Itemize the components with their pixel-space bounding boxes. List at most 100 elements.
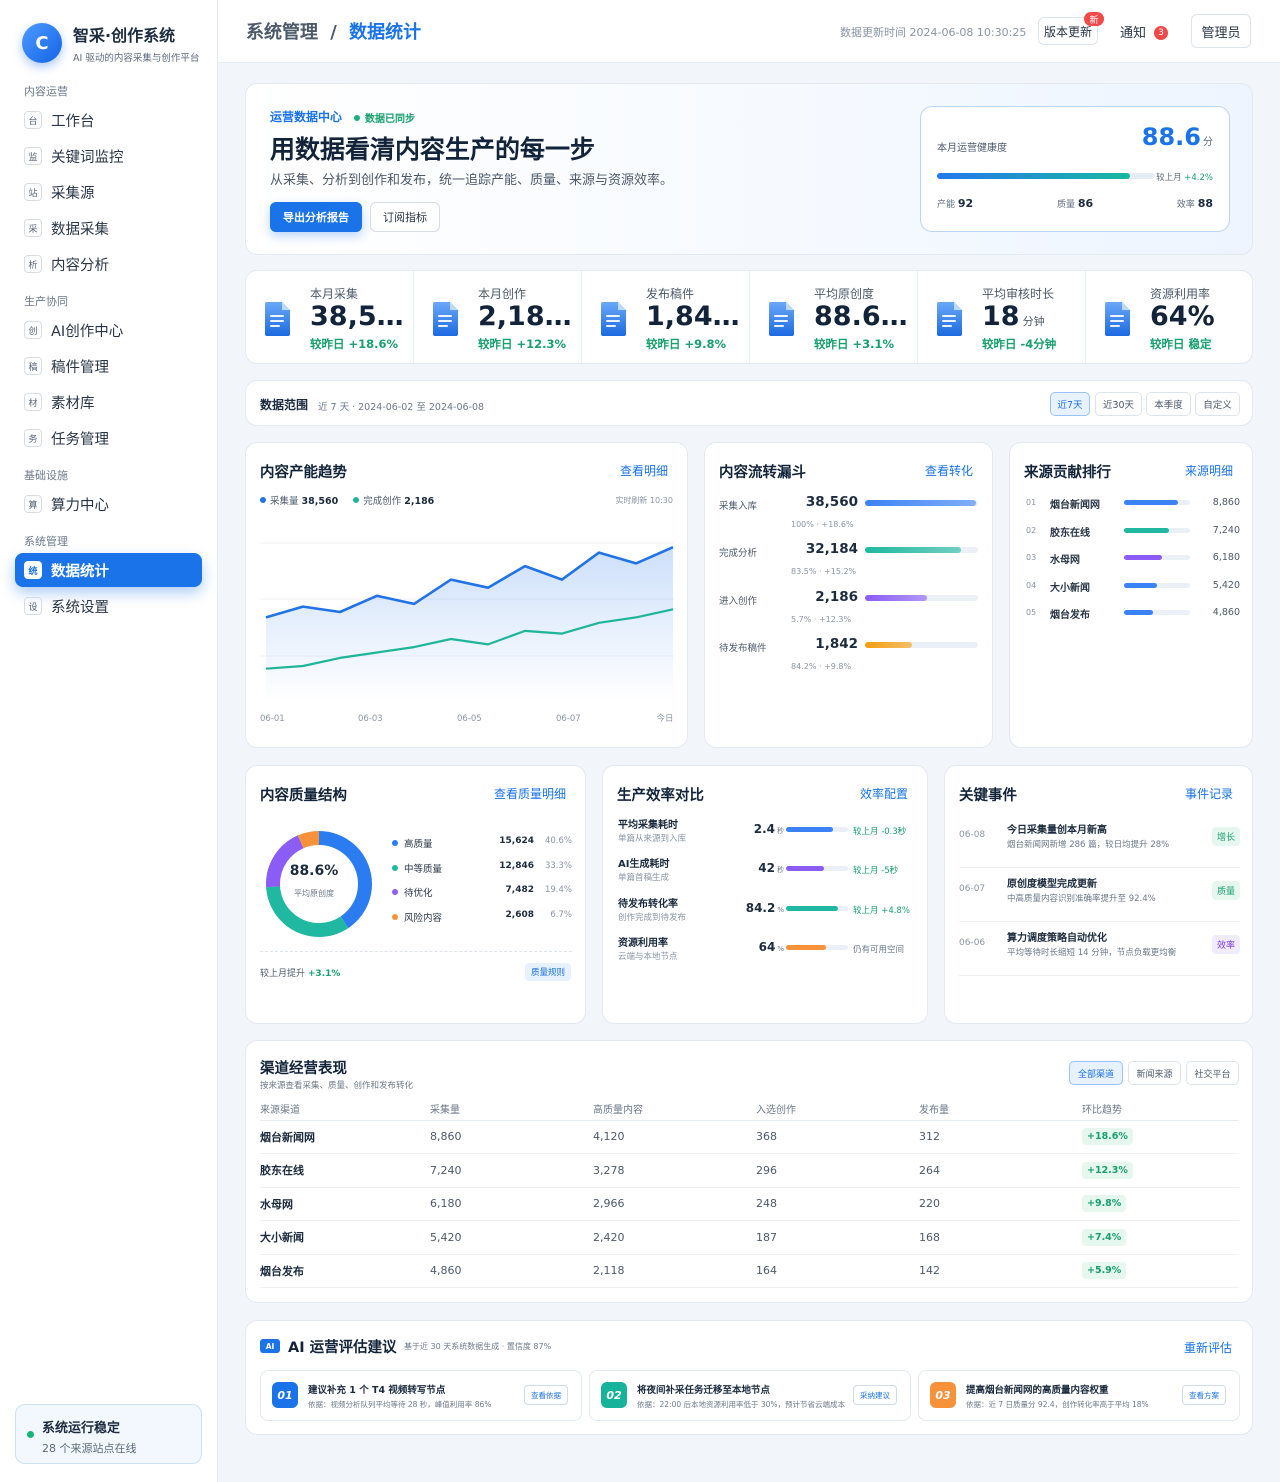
subscribe-metrics-button[interactable]: 订阅指标 bbox=[370, 202, 440, 232]
source-rank: 01 bbox=[1026, 498, 1037, 507]
source-row[interactable]: 01 烟台新闻网 8,860 bbox=[1026, 497, 1240, 512]
quality-detail-link[interactable]: 查看质量明细 bbox=[494, 785, 566, 802]
document-icon bbox=[265, 302, 290, 336]
filter-news-sources[interactable]: 新闻来源 bbox=[1128, 1061, 1181, 1085]
document-icon bbox=[1105, 302, 1130, 336]
event-item[interactable]: 06-08 今日采集量创本月新高 烟台新闻网新增 286 篇，较日均提升 28% 增长 bbox=[959, 814, 1240, 868]
funnel-stage-bar bbox=[865, 642, 978, 648]
table-row[interactable]: 大小新闻 5,420 2,420 187 168 +7.4% bbox=[260, 1220, 1239, 1255]
brand[interactable]: C 智采·创作系统 AI 驱动的内容采集与创作平台 bbox=[22, 22, 199, 64]
legend-dot-icon bbox=[392, 889, 398, 895]
suggestion-number: 02 bbox=[601, 1382, 627, 1408]
suggestion-sub: 依据：22:00 后本地资源利用率低于 30%，预计节省云端成本 bbox=[637, 1400, 846, 1409]
filter-social-platforms[interactable]: 社交平台 bbox=[1186, 1061, 1239, 1085]
suggestion-action-button[interactable]: 查看依据 bbox=[524, 1385, 568, 1405]
view-conversion-link[interactable]: 查看转化 bbox=[925, 462, 973, 479]
funnel-stage-sub: 100% · +18.6% bbox=[791, 520, 854, 529]
source-bar bbox=[1124, 500, 1190, 505]
sidebar-item-9[interactable]: 算算力中心 bbox=[15, 487, 202, 521]
source-detail-link[interactable]: 来源明细 bbox=[1185, 462, 1233, 479]
x-tick-label: 06-01 bbox=[260, 714, 285, 724]
efficiency-value: 64% bbox=[736, 940, 784, 954]
source-row[interactable]: 03 水母网 6,180 bbox=[1026, 552, 1240, 567]
health-compare: 较上月 +4.2% bbox=[1156, 173, 1213, 183]
card-subtitle: 基于近 30 天系统数据生成 · 置信度 87% bbox=[404, 1342, 552, 1351]
source-row[interactable]: 05 烟台发布 4,860 bbox=[1026, 607, 1240, 622]
range-option-30d[interactable]: 近30天 bbox=[1095, 392, 1142, 416]
sidebar-item-1[interactable]: 监关键词监控 bbox=[15, 139, 202, 173]
table-cell: 2,118 bbox=[593, 1254, 756, 1288]
sidebar-item-label: 关键词监控 bbox=[51, 149, 124, 166]
admin-user-button[interactable]: 管理员 bbox=[1191, 14, 1251, 48]
sidebar-item-7[interactable]: 材素材库 bbox=[15, 385, 202, 419]
table-cell: 142 bbox=[919, 1254, 1082, 1288]
efficiency-config-link[interactable]: 效率配置 bbox=[860, 785, 908, 802]
kpi-card[interactable]: 平均审核时长 18 分钟 较昨日 -4分钟 bbox=[918, 271, 1086, 365]
table-row[interactable]: 烟台新闻网 8,860 4,120 368 312 +18.6% bbox=[260, 1120, 1239, 1154]
event-item[interactable]: 06-07 原创度模型完成更新 中高质量内容识别准确率提升至 92.4% 质量 bbox=[959, 868, 1240, 922]
range-option-custom[interactable]: 自定义 bbox=[1195, 392, 1240, 416]
table-cell: +12.3% bbox=[1082, 1153, 1239, 1188]
health-label: 本月运营健康度 bbox=[937, 143, 1007, 154]
kpi-label: 平均原创度 bbox=[814, 287, 875, 301]
hero-tag: 运营数据中心 bbox=[270, 110, 343, 124]
notification-button[interactable]: 通知 bbox=[1120, 22, 1146, 41]
funnel-stage-label: 进入创作 bbox=[719, 596, 758, 607]
efficiency-bar bbox=[786, 866, 848, 871]
event-item[interactable]: 06-06 算力调度策略自动优化 平均等待时长缩短 14 分钟，节点负载更均衡 效率 bbox=[959, 922, 1240, 976]
sidebar-item-6[interactable]: 稿稿件管理 bbox=[15, 349, 202, 383]
trend-chart: 06-01 06-03 06-05 06-07 今日 bbox=[260, 542, 674, 724]
range-option-quarter[interactable]: 本季度 bbox=[1146, 392, 1191, 416]
sidebar-item-3[interactable]: 采数据采集 bbox=[15, 211, 202, 245]
sidebar-item-0[interactable]: 台工作台 bbox=[15, 103, 202, 137]
series-area-collect bbox=[266, 547, 673, 703]
kpi-value: 38,5… bbox=[310, 301, 404, 332]
kpi-number: 38,5… bbox=[310, 301, 404, 332]
quality-rules-button[interactable]: 质量规则 bbox=[524, 963, 571, 981]
sidebar-item-11[interactable]: 设系统设置 bbox=[15, 589, 202, 623]
export-report-button[interactable]: 导出分析报告 bbox=[270, 202, 362, 232]
table-row[interactable]: 烟台发布 4,860 2,118 164 142 +5.9% bbox=[260, 1254, 1239, 1288]
suggestion-card[interactable]: 02 将夜间补采任务迁移至本地节点依据：22:00 后本地资源利用率低于 30%，… bbox=[589, 1370, 911, 1421]
filter-all-channels[interactable]: 全部渠道 bbox=[1069, 1061, 1123, 1085]
suggestion-card[interactable]: 01 建议补充 1 个 T4 视频转写节点 依据：视频分析队列平均等待 28 秒，峰… bbox=[260, 1370, 582, 1421]
source-name: 大小新闻 bbox=[1050, 582, 1090, 594]
kpi-card[interactable]: 本月采集 38,5… 较昨日 +18.6% bbox=[246, 271, 414, 365]
table-row[interactable]: 水母网 6,180 2,966 248 220 +9.8% bbox=[260, 1187, 1239, 1221]
x-tick-label: 06-07 bbox=[556, 714, 581, 724]
source-name: 烟台发布 bbox=[1050, 610, 1090, 621]
donut-center-label: 平均原创度 bbox=[294, 889, 334, 898]
source-row[interactable]: 04 大小新闻 5,420 bbox=[1026, 580, 1240, 595]
sidebar-item-10[interactable]: 统数据统计 bbox=[15, 553, 202, 587]
sidebar-item-5[interactable]: 创 AI创作中心 bbox=[15, 313, 202, 347]
kpi-card[interactable]: 平均原创度 88.6% 较昨日 +3.1% bbox=[750, 271, 918, 365]
efficiency-row: 平均采集耗时 单篇从来源到入库 2.4 秒 较上月 -0.3秒 bbox=[618, 816, 914, 856]
kpi-card[interactable]: 发布稿件1,842篇较昨日 +9.8% bbox=[582, 271, 750, 365]
event-sub: 中高质量内容识别准确率提升至 92.4% bbox=[1007, 894, 1156, 904]
table-cell: 296 bbox=[756, 1153, 919, 1188]
kpi-card[interactable]: 本月创作2,186篇较昨日 +12.3% bbox=[414, 271, 582, 365]
kpi-change: 较昨日 +3.1% bbox=[814, 337, 895, 351]
re-evaluate-link[interactable]: 重新评估 bbox=[1184, 1339, 1232, 1356]
source-row[interactable]: 02 胶东在线 7,240 bbox=[1026, 525, 1240, 540]
event-log-link[interactable]: 事件记录 bbox=[1185, 785, 1233, 802]
sidebar-item-8[interactable]: 务任务管理 bbox=[15, 421, 202, 455]
suggestion-action-button[interactable]: 查看方案 bbox=[1182, 1385, 1226, 1405]
hero-card: 运营数据中心 数据已同步 用数据看清内容生产的每一步 从采集、分析到创作和发布，… bbox=[245, 83, 1253, 255]
kpi-card[interactable]: 资源利用率 64% 较昨日 稳定 bbox=[1086, 271, 1254, 365]
funnel-stage-value: 1,842 bbox=[815, 636, 858, 652]
event-title: 今日采集量创本月新高 bbox=[1007, 825, 1107, 836]
document-icon bbox=[601, 302, 626, 336]
table-row[interactable]: 胶东在线 7,240 3,278 296 264 +12.3% bbox=[260, 1153, 1239, 1188]
sidebar-item-2[interactable]: 站采集源 bbox=[15, 175, 202, 209]
breadcrumb-parent[interactable]: 系统管理 bbox=[246, 22, 318, 43]
range-option-7d[interactable]: 近7天 bbox=[1050, 392, 1090, 416]
nav-group-label: 系统管理 bbox=[24, 535, 68, 548]
sidebar-item-label: 采集源 bbox=[51, 185, 95, 202]
sidebar-item-4[interactable]: 析内容分析 bbox=[15, 247, 202, 281]
funnel-stage-fill bbox=[865, 642, 913, 648]
health-value: 88.6 分 bbox=[1141, 123, 1213, 151]
suggestion-card[interactable]: 03 提高烟台新闻网的高质量内容权重 依据：近 7 日质量分 92.4，创作转化率高… bbox=[918, 1370, 1240, 1421]
suggestion-title: 将夜间补采任务迁移至本地节点 bbox=[637, 1385, 771, 1396]
suggestion-action-button[interactable]: 采纳建议 bbox=[853, 1385, 897, 1405]
